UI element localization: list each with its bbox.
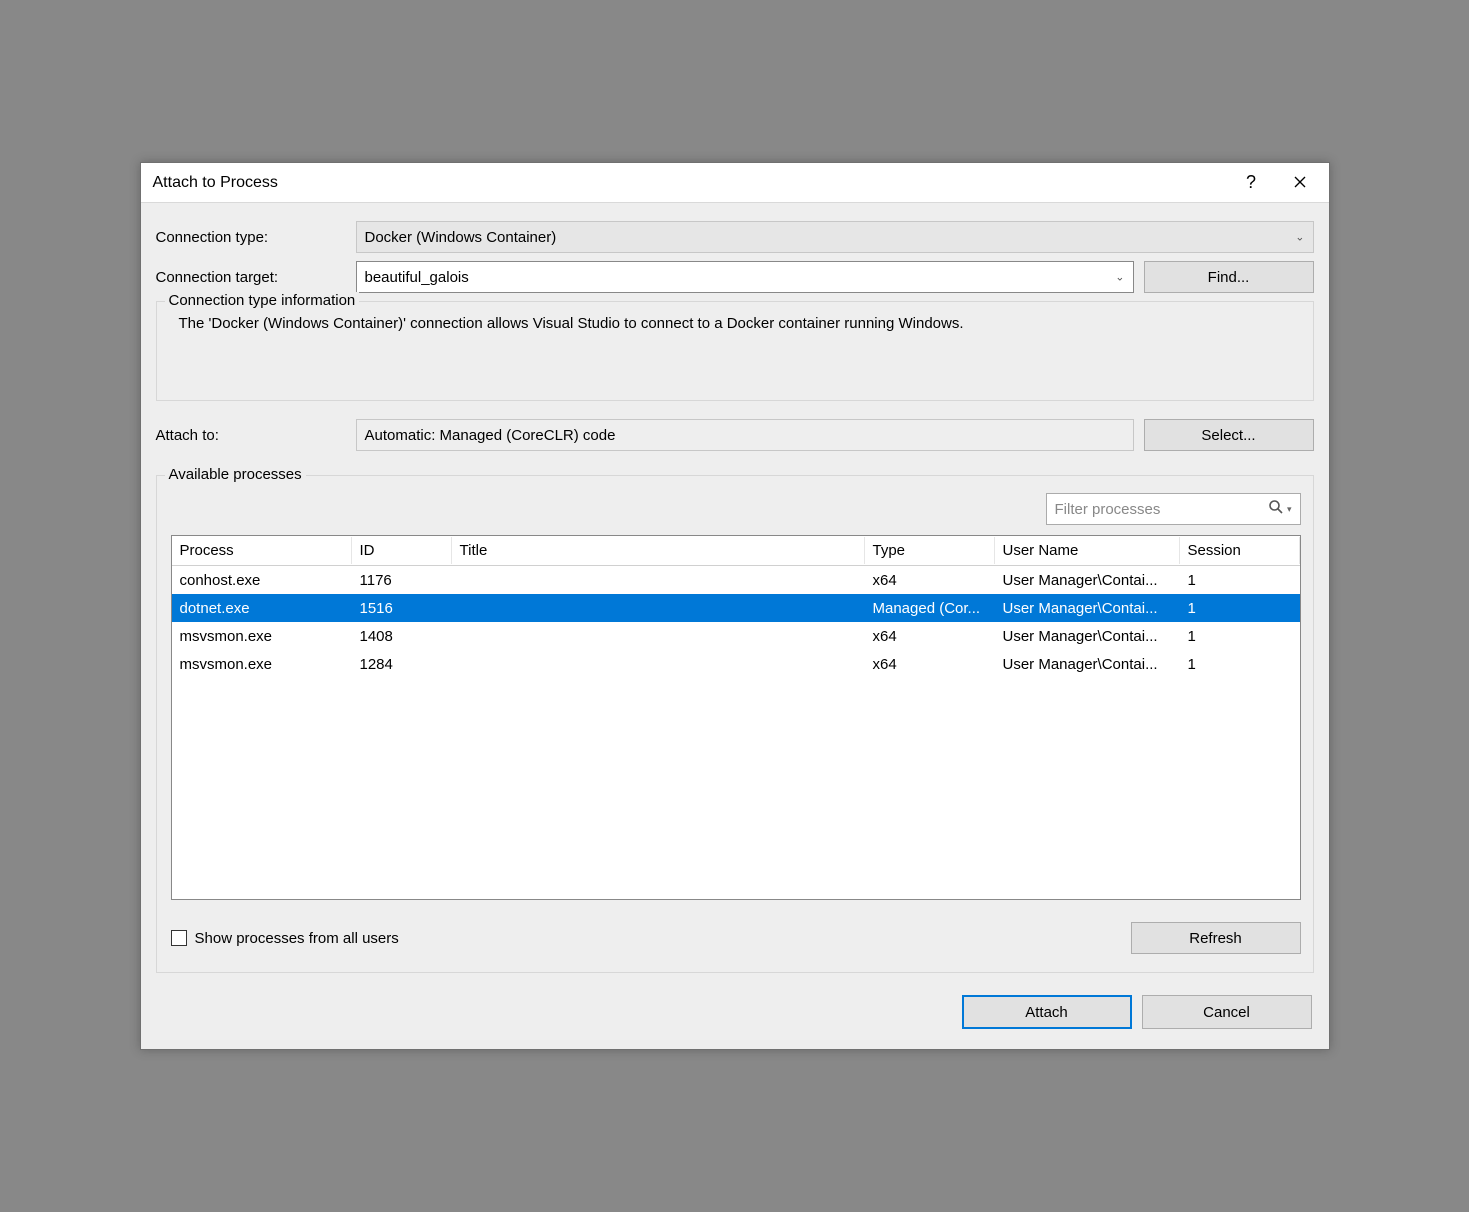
connection-target-value: beautiful_galois (365, 269, 469, 286)
chevron-down-icon: ⌄ (1115, 271, 1124, 284)
cell-id: 1284 (352, 653, 452, 676)
cell-id: 1408 (352, 625, 452, 648)
connection-target-label: Connection target: (156, 269, 356, 286)
attach-to-box: Automatic: Managed (CoreCLR) code (356, 419, 1134, 451)
chevron-down-icon: ⌄ (1295, 231, 1304, 244)
cell-process: msvsmon.exe (172, 653, 352, 676)
close-icon (1294, 175, 1306, 191)
attach-to-value: Automatic: Managed (CoreCLR) code (365, 427, 616, 444)
connection-type-value: Docker (Windows Container) (365, 229, 557, 246)
col-header-user[interactable]: User Name (995, 537, 1180, 564)
show-all-users-checkbox[interactable] (171, 930, 187, 946)
action-row: Attach Cancel (156, 995, 1314, 1031)
cell-process: msvsmon.exe (172, 625, 352, 648)
connection-target-combo[interactable]: beautiful_galois ⌄ (356, 261, 1134, 293)
col-header-session[interactable]: Session (1180, 537, 1300, 564)
help-button[interactable]: ? (1229, 168, 1274, 198)
cell-session: 1 (1180, 597, 1300, 620)
cell-process: dotnet.exe (172, 597, 352, 620)
cell-type: Managed (Cor... (865, 597, 995, 620)
cancel-button[interactable]: Cancel (1142, 995, 1312, 1029)
close-button[interactable] (1278, 168, 1323, 198)
table-row[interactable]: msvsmon.exe1408 x64User Manager\Contai...… (172, 622, 1300, 650)
cell-type: x64 (865, 625, 995, 648)
cell-session: 1 (1180, 569, 1300, 592)
table-row[interactable]: msvsmon.exe1284 x64User Manager\Contai...… (172, 650, 1300, 678)
cell-session: 1 (1180, 653, 1300, 676)
cell-id: 1516 (352, 597, 452, 620)
connection-info-text: The 'Docker (Windows Container)' connect… (171, 315, 1301, 332)
cell-user: User Manager\Contai... (995, 653, 1180, 676)
available-processes-group: Available processes ▾ Process ID Title T… (156, 475, 1314, 973)
filter-processes-input[interactable] (1055, 501, 1268, 518)
process-table[interactable]: Process ID Title Type User Name Session … (171, 535, 1301, 900)
connection-info-group: Connection type information The 'Docker … (156, 301, 1314, 401)
cell-type: x64 (865, 653, 995, 676)
cell-type: x64 (865, 569, 995, 592)
cell-title (452, 605, 865, 611)
search-icon (1268, 499, 1284, 519)
table-row[interactable]: conhost.exe1176 x64User Manager\Contai...… (172, 566, 1300, 594)
connection-type-dropdown[interactable]: Docker (Windows Container) ⌄ (356, 221, 1314, 253)
dialog-content: Connection type: Docker (Windows Contain… (141, 203, 1329, 1049)
cell-session: 1 (1180, 625, 1300, 648)
dialog-title: Attach to Process (153, 174, 1225, 192)
find-button[interactable]: Find... (1144, 261, 1314, 293)
cell-title (452, 577, 865, 583)
connection-type-label: Connection type: (156, 229, 356, 246)
show-all-users-label: Show processes from all users (195, 930, 399, 947)
col-header-title[interactable]: Title (452, 537, 865, 564)
cell-user: User Manager\Contai... (995, 597, 1180, 620)
cell-id: 1176 (352, 569, 452, 592)
cell-title (452, 661, 865, 667)
attach-to-label: Attach to: (156, 427, 356, 444)
help-icon: ? (1246, 172, 1256, 193)
attach-button[interactable]: Attach (962, 995, 1132, 1029)
titlebar: Attach to Process ? (141, 163, 1329, 203)
cell-user: User Manager\Contai... (995, 569, 1180, 592)
process-table-header: Process ID Title Type User Name Session (172, 536, 1300, 566)
col-header-process[interactable]: Process (172, 537, 352, 564)
connection-info-legend: Connection type information (165, 292, 360, 309)
table-row[interactable]: dotnet.exe1516 Managed (Cor...User Manage… (172, 594, 1300, 622)
chevron-down-icon: ▾ (1287, 504, 1292, 515)
cell-process: conhost.exe (172, 569, 352, 592)
select-button[interactable]: Select... (1144, 419, 1314, 451)
available-processes-legend: Available processes (165, 466, 306, 483)
col-header-type[interactable]: Type (865, 537, 995, 564)
attach-to-process-dialog: Attach to Process ? Connection type: Doc… (140, 162, 1330, 1050)
refresh-button[interactable]: Refresh (1131, 922, 1301, 954)
cell-user: User Manager\Contai... (995, 625, 1180, 648)
cell-title (452, 633, 865, 639)
filter-processes-box[interactable]: ▾ (1046, 493, 1301, 525)
col-header-id[interactable]: ID (352, 537, 452, 564)
